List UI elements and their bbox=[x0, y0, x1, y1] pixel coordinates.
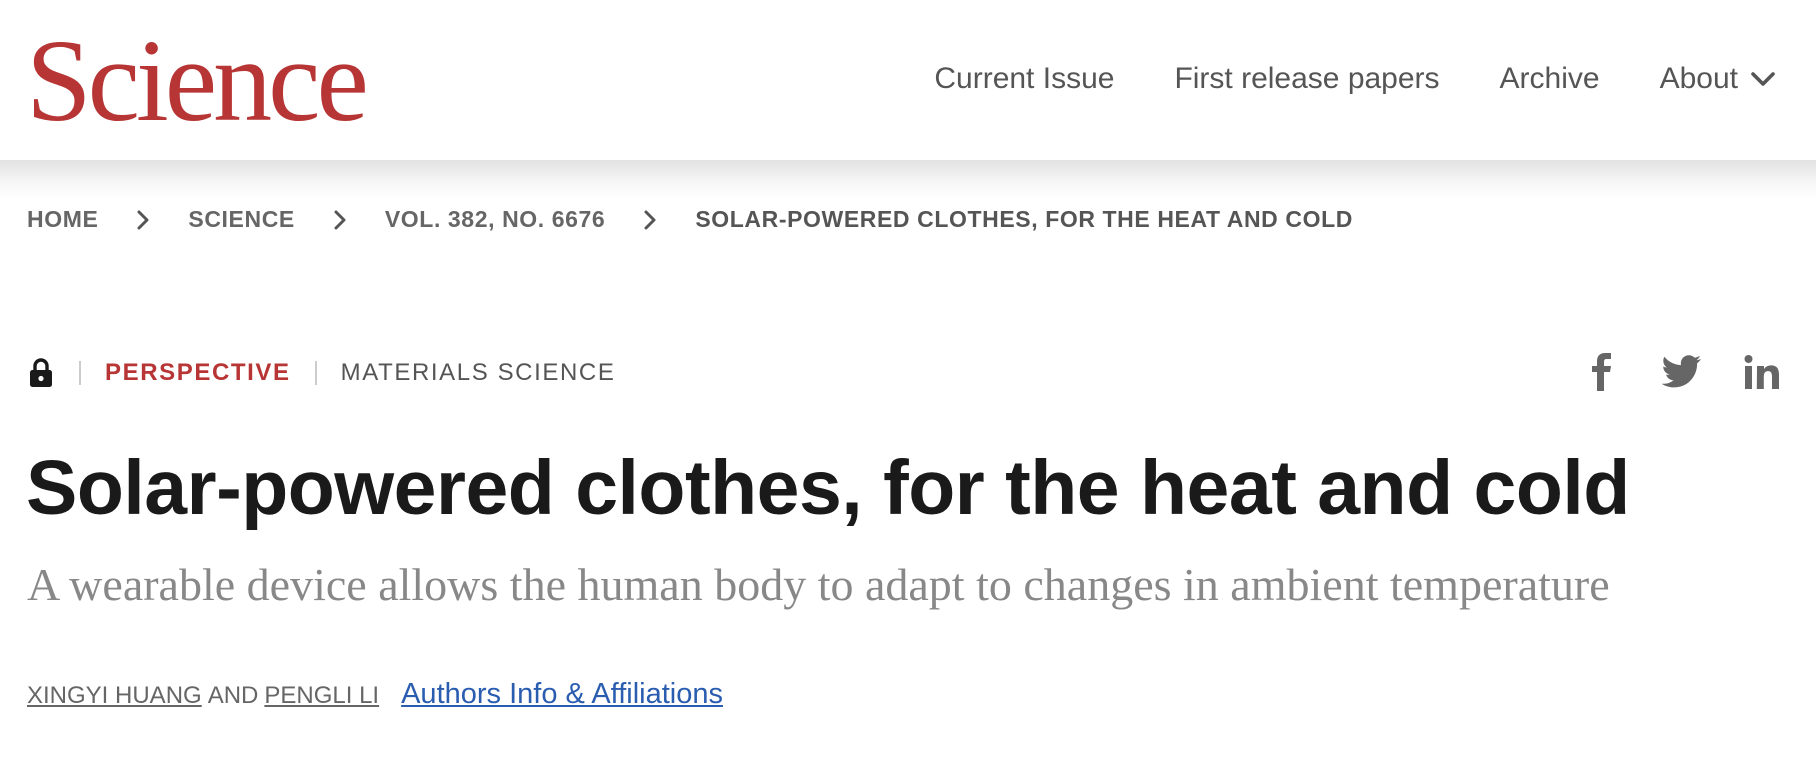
author-link[interactable]: XINGYI HUANG bbox=[27, 682, 202, 710]
nav-archive-label: Archive bbox=[1499, 62, 1600, 95]
article-title: Solar-powered clothes, for the heat and … bbox=[26, 445, 1630, 531]
lock-icon bbox=[27, 356, 55, 390]
twitter-icon[interactable] bbox=[1662, 352, 1702, 392]
meta-divider bbox=[314, 361, 317, 385]
chevron-down-icon bbox=[1748, 64, 1778, 94]
nav-about-label: About bbox=[1659, 62, 1738, 95]
author-link[interactable]: PENGLI LI bbox=[264, 682, 379, 710]
author-conjunction: AND bbox=[207, 682, 259, 709]
breadcrumb-current: SOLAR-POWERED CLOTHES, FOR THE HEAT AND … bbox=[695, 206, 1353, 232]
header-shadow bbox=[0, 160, 1816, 200]
site-header: Science Current Issue First release pape… bbox=[0, 0, 1816, 160]
science-logo[interactable]: Science bbox=[26, 22, 369, 140]
nav-archive[interactable]: Archive bbox=[1500, 62, 1600, 96]
nav-first-release-papers[interactable]: First release papers bbox=[1174, 62, 1439, 96]
author-list: XINGYI HUANG AND PENGLI LI Authors Info … bbox=[27, 678, 723, 711]
chevron-right-icon bbox=[323, 208, 357, 232]
breadcrumb: HOME SCIENCE VOL. 382, NO. 6676 SOLAR-PO… bbox=[27, 206, 1353, 233]
authors-info-affiliations-link[interactable]: Authors Info & Affiliations bbox=[401, 678, 723, 711]
article-subtitle: A wearable device allows the human body … bbox=[27, 559, 1610, 610]
chevron-right-icon bbox=[126, 208, 160, 232]
breadcrumb-science[interactable]: SCIENCE bbox=[188, 206, 294, 233]
breadcrumb-issue[interactable]: VOL. 382, NO. 6676 bbox=[385, 206, 605, 233]
linkedin-icon[interactable] bbox=[1742, 352, 1782, 392]
article-meta: PERSPECTIVE MATERIALS SCIENCE bbox=[27, 356, 615, 390]
chevron-right-icon bbox=[633, 208, 667, 232]
social-share bbox=[1582, 352, 1782, 392]
article-type: PERSPECTIVE bbox=[105, 359, 291, 386]
nav-current-issue-label: Current Issue bbox=[934, 62, 1115, 95]
article-subject[interactable]: MATERIALS SCIENCE bbox=[341, 359, 616, 387]
nav-about[interactable]: About bbox=[1660, 62, 1778, 96]
nav-first-release-label: First release papers bbox=[1174, 62, 1440, 95]
main-nav: Current Issue First release papers Archi… bbox=[934, 62, 1778, 96]
nav-current-issue[interactable]: Current Issue bbox=[934, 62, 1114, 96]
facebook-icon[interactable] bbox=[1582, 352, 1622, 392]
meta-divider bbox=[79, 361, 81, 385]
breadcrumb-home[interactable]: HOME bbox=[27, 206, 98, 233]
